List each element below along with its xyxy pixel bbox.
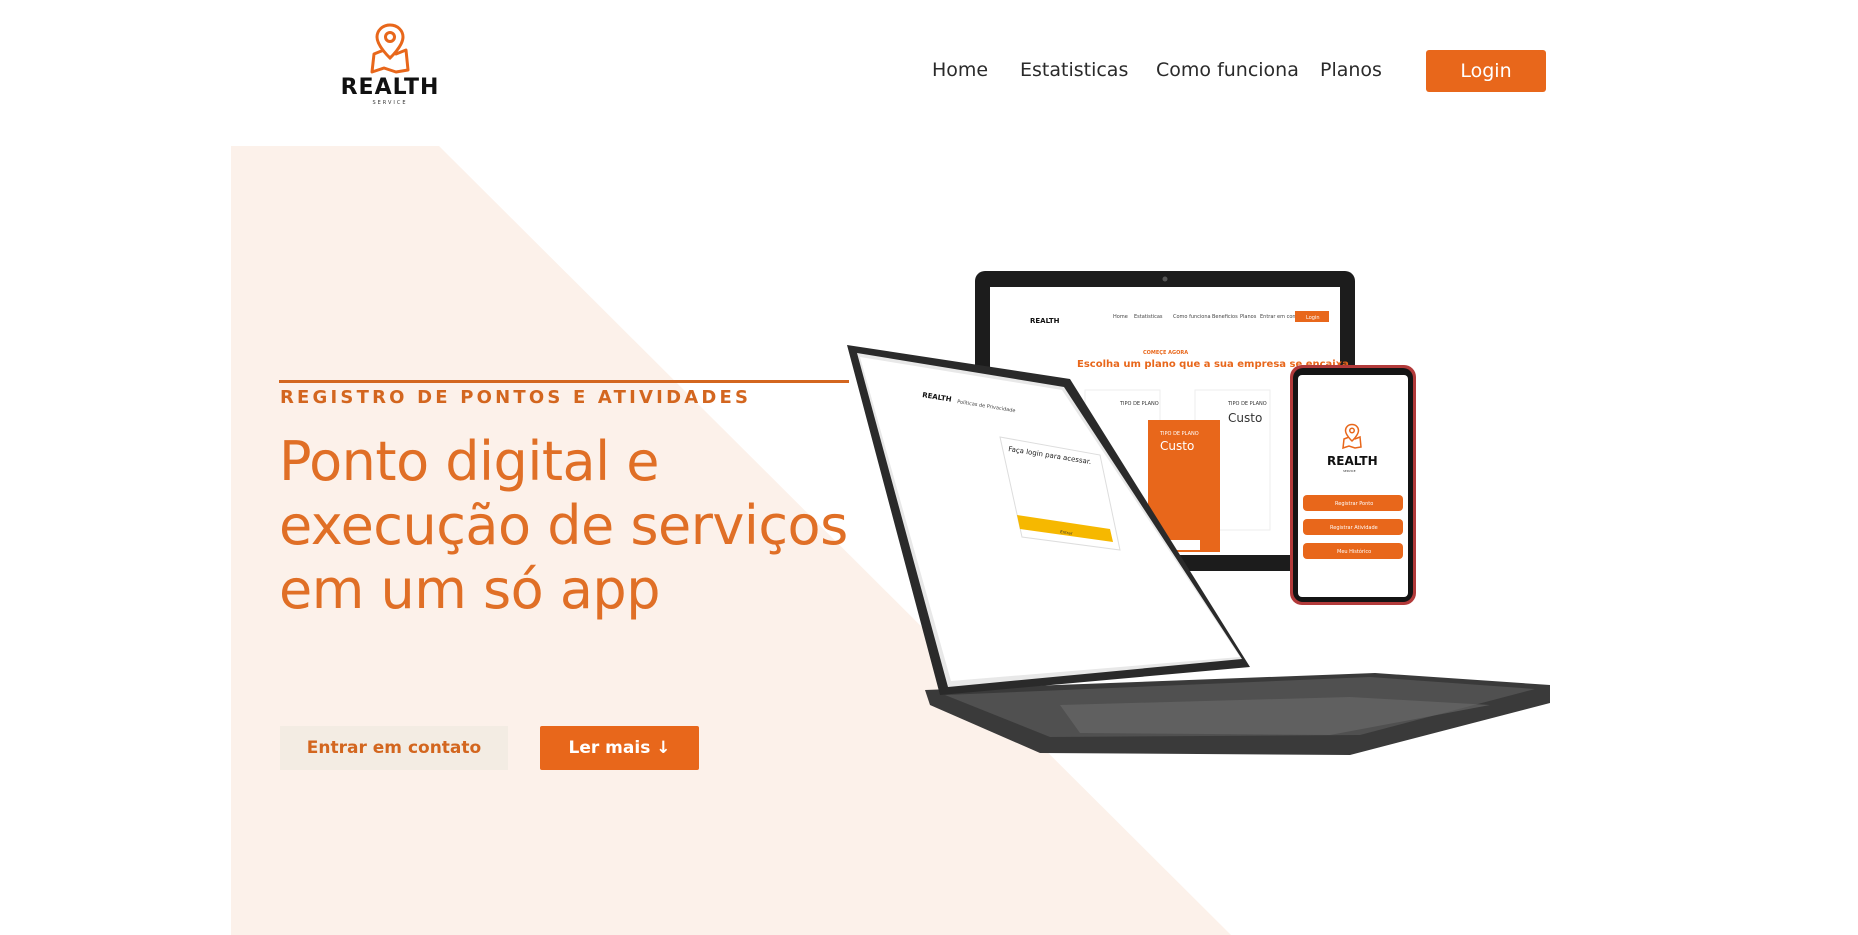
nav-estatisticas[interactable]: Estatisticas [1020,59,1128,81]
nav-como-funciona[interactable]: Como funciona [1156,59,1299,81]
plan-name: Custo [1228,411,1262,425]
hero-eyebrow: REGISTRO DE PONTOS E ATIVIDADES [280,387,752,408]
monitor-nav-item: Como funciona [1173,314,1211,320]
plan-label: TIPO DE PLANO [1227,401,1267,407]
monitor-brand: REALTH [1030,317,1060,325]
hero-title: Ponto digital e execução de serviços em … [279,430,899,622]
hero-title-line: Ponto digital e [279,430,660,493]
device-mockups-image: REALTH Home Estatisticas Como funciona B… [847,271,1550,755]
monitor-nav-item: Estatisticas [1134,314,1163,320]
read-more-button[interactable]: Ler mais ↓ [540,726,699,770]
phone-button-label: Meu Histórico [1337,548,1371,555]
brand-tagline: SERVICE [372,100,408,106]
hero-title-line: execução de serviços [279,494,848,557]
login-button[interactable]: Login [1426,50,1546,92]
phone-brand: REALTH [1327,454,1378,468]
map-pin-icon [370,23,410,74]
phone-button-label: Registrar Ponto [1335,501,1373,507]
monitor-nav-item: Beneficios [1212,314,1238,320]
phone-button-label: Registrar Atividade [1330,525,1378,531]
nav-home[interactable]: Home [932,59,988,81]
brand-logo[interactable]: REALTH SERVICE [330,22,450,118]
monitor-login: Login [1306,315,1320,321]
nav-planos[interactable]: Planos [1320,59,1382,81]
phone-mockup: REALTH SERVICE Registrar Ponto Registrar… [1290,365,1416,605]
landing-page: REALTH SERVICE Home Estatisticas Como fu… [0,0,1858,935]
monitor-nav-item: Home [1113,314,1128,320]
plan-name: Custo [1160,439,1194,453]
eyebrow-divider [279,380,849,383]
monitor-nav-item: Planos [1240,314,1257,320]
contact-button[interactable]: Entrar em contato [280,726,508,770]
phone-tagline: SERVICE [1343,469,1356,473]
brand-name: REALTH [340,75,440,100]
plan-label: TIPO DE PLANO [1159,431,1199,437]
hero-title-line: em um só app [279,558,660,621]
monitor-kicker: COMEÇE AGORA [1143,350,1188,356]
plan-label: TIPO DE PLANO [1119,401,1159,407]
